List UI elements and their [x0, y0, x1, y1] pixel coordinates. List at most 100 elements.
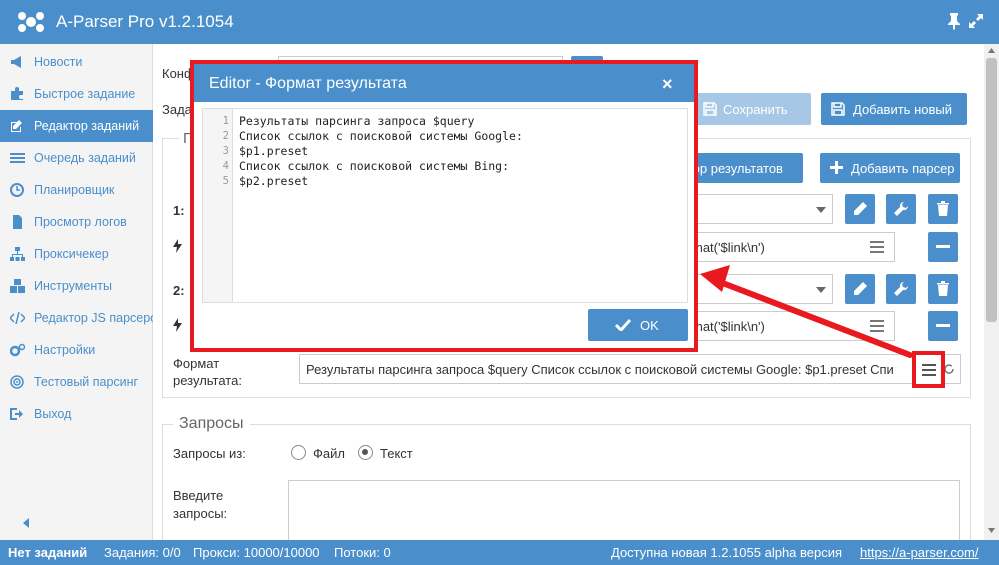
- save-button[interactable]: Сохранить: [693, 93, 811, 125]
- modal-header: Editor - Формат результата ×: [194, 64, 694, 102]
- code-line: Список ссылок с поисковой системы Bing:: [239, 159, 510, 173]
- sidebar-item-test-parsing[interactable]: Тестовый парсинг: [0, 366, 153, 398]
- result-format-input[interactable]: Результаты парсинга запроса $query Списо…: [299, 354, 961, 384]
- file-icon: [13, 215, 22, 229]
- parser1-delete-button[interactable]: [928, 194, 958, 224]
- pin-icon[interactable]: [946, 12, 962, 30]
- enter-queries-label-line2: запросы:: [173, 506, 228, 521]
- parser1-preset-select[interactable]: [693, 194, 833, 224]
- scroll-up-icon[interactable]: [988, 48, 995, 53]
- line-gutter: 1 2 3 4 5: [203, 109, 233, 302]
- pencil-icon: [854, 202, 867, 215]
- pencil-icon: [854, 282, 867, 295]
- bolt-icon: [173, 318, 182, 332]
- status-proxies: Прокси: 10000/10000: [193, 545, 320, 560]
- main-scrollbar[interactable]: [984, 44, 999, 540]
- code-icon: [10, 311, 25, 325]
- scrollbar-thumb[interactable]: [986, 58, 997, 322]
- radio-dot: [362, 449, 368, 455]
- add-new-button[interactable]: Добавить новый: [821, 93, 967, 125]
- parser1-edit-button[interactable]: [845, 194, 875, 224]
- parser2-delete-button[interactable]: [928, 274, 958, 304]
- parser1-format-input[interactable]: mat('$link\n'): [673, 232, 895, 262]
- close-icon[interactable]: ×: [662, 74, 673, 95]
- wrench-icon: [894, 201, 909, 216]
- chevron-down-icon: [816, 207, 826, 213]
- parser1-label: 1:: [173, 203, 185, 218]
- gears-icon: [10, 343, 25, 357]
- edit-icon: [11, 120, 22, 132]
- code-line: Список ссылок с поисковой системы Google…: [239, 129, 523, 143]
- code-line: Результаты парсинга запроса $query: [239, 114, 475, 128]
- sidebar-item-news[interactable]: Новости: [0, 46, 153, 78]
- parser1-remove-format-button[interactable]: [928, 232, 958, 262]
- minus-icon: [936, 324, 950, 327]
- queries-text-label: Текст: [380, 446, 413, 461]
- code-editor[interactable]: 1 2 3 4 5 Результаты парсинга запроса $q…: [202, 108, 688, 303]
- app-logo-icon: [18, 12, 44, 32]
- result-format-editor-modal: Editor - Формат результата × 1 2 3 4 5 Р…: [190, 60, 698, 352]
- sidebar-item-proxychecker[interactable]: Проксичекер: [0, 238, 153, 270]
- parser2-format-input[interactable]: mat('$link\n'): [673, 311, 895, 341]
- sidebar-item-logs[interactable]: Просмотр логов: [0, 206, 153, 238]
- clock-icon: [10, 183, 24, 197]
- sidebar: Новости Быстрое задание Редактор заданий…: [0, 44, 164, 540]
- trash-icon: [937, 201, 949, 216]
- queries-textarea[interactable]: [288, 480, 960, 540]
- queries-legend: Запросы: [173, 415, 250, 433]
- add-parser-button[interactable]: Добавить парсер: [820, 153, 960, 183]
- status-no-tasks: Нет заданий: [8, 545, 88, 560]
- line-number: 5: [222, 175, 229, 187]
- bullhorn-icon: [11, 56, 21, 68]
- sidebar-item-quick-task[interactable]: Быстрое задание: [0, 78, 153, 110]
- site-link[interactable]: https://a-parser.com/: [860, 545, 979, 560]
- parser2-preset-select[interactable]: [693, 274, 833, 304]
- status-tasks: Задания: 0/0: [104, 545, 181, 560]
- target-icon: [10, 375, 24, 389]
- parser1-settings-button[interactable]: [886, 194, 916, 224]
- line-number: 3: [222, 145, 229, 157]
- menu-icon: [922, 364, 936, 376]
- menu-icon[interactable]: [870, 320, 884, 332]
- sign-out-icon: [10, 408, 23, 420]
- sidebar-item-js-editor[interactable]: Редактор JS парсеров: [0, 302, 164, 334]
- result-format-editor-button[interactable]: [912, 351, 945, 388]
- expand-icon[interactable]: [968, 13, 984, 29]
- cubes-icon: [10, 279, 25, 293]
- collapse-sidebar-icon[interactable]: [22, 518, 30, 528]
- scroll-down-icon[interactable]: [988, 528, 995, 533]
- menu-icon[interactable]: [870, 241, 884, 253]
- sidebar-item-task-editor[interactable]: Редактор заданий: [0, 110, 153, 142]
- top-bar: A-Parser Pro v1.2.1054: [0, 0, 999, 44]
- result-format-label-line2: результата:: [173, 373, 242, 388]
- line-number: 2: [222, 130, 229, 142]
- queries-from-label: Запросы из:: [173, 446, 246, 461]
- code-line: $p2.preset: [239, 174, 309, 188]
- sidebar-item-settings[interactable]: Настройки: [0, 334, 153, 366]
- parser2-settings-button[interactable]: [886, 274, 916, 304]
- enter-queries-label-line1: Введите: [173, 488, 224, 503]
- sidebar-item-scheduler[interactable]: Планировщик: [0, 174, 153, 206]
- line-number: 4: [222, 160, 229, 172]
- code-line: $p1.preset: [239, 144, 309, 158]
- queries-text-radio[interactable]: [358, 445, 373, 460]
- sidebar-item-tools[interactable]: Инструменты: [0, 270, 153, 302]
- result-format-label-line1: Формат: [173, 356, 220, 371]
- bolt-icon: [173, 239, 182, 253]
- wrench-icon: [894, 281, 909, 296]
- sitemap-icon: [10, 247, 25, 261]
- plus-icon: [830, 161, 843, 174]
- parser2-label: 2:: [173, 283, 185, 298]
- sidebar-item-logout[interactable]: Выход: [0, 398, 153, 430]
- queries-file-label: Файл: [313, 446, 345, 461]
- parser2-remove-format-button[interactable]: [928, 311, 958, 341]
- task-label: Зада: [162, 102, 192, 117]
- ok-button[interactable]: OK: [588, 309, 688, 341]
- status-threads: Потоки: 0: [334, 545, 391, 560]
- status-bar: Нет заданий Задания: 0/0 Прокси: 10000/1…: [0, 540, 999, 565]
- line-number: 1: [222, 115, 229, 127]
- sidebar-item-task-queue[interactable]: Очередь заданий: [0, 142, 153, 174]
- parser2-edit-button[interactable]: [845, 274, 875, 304]
- status-update-notice: Доступна новая 1.2.1055 alpha версия: [611, 545, 843, 560]
- queries-file-radio[interactable]: [291, 445, 306, 460]
